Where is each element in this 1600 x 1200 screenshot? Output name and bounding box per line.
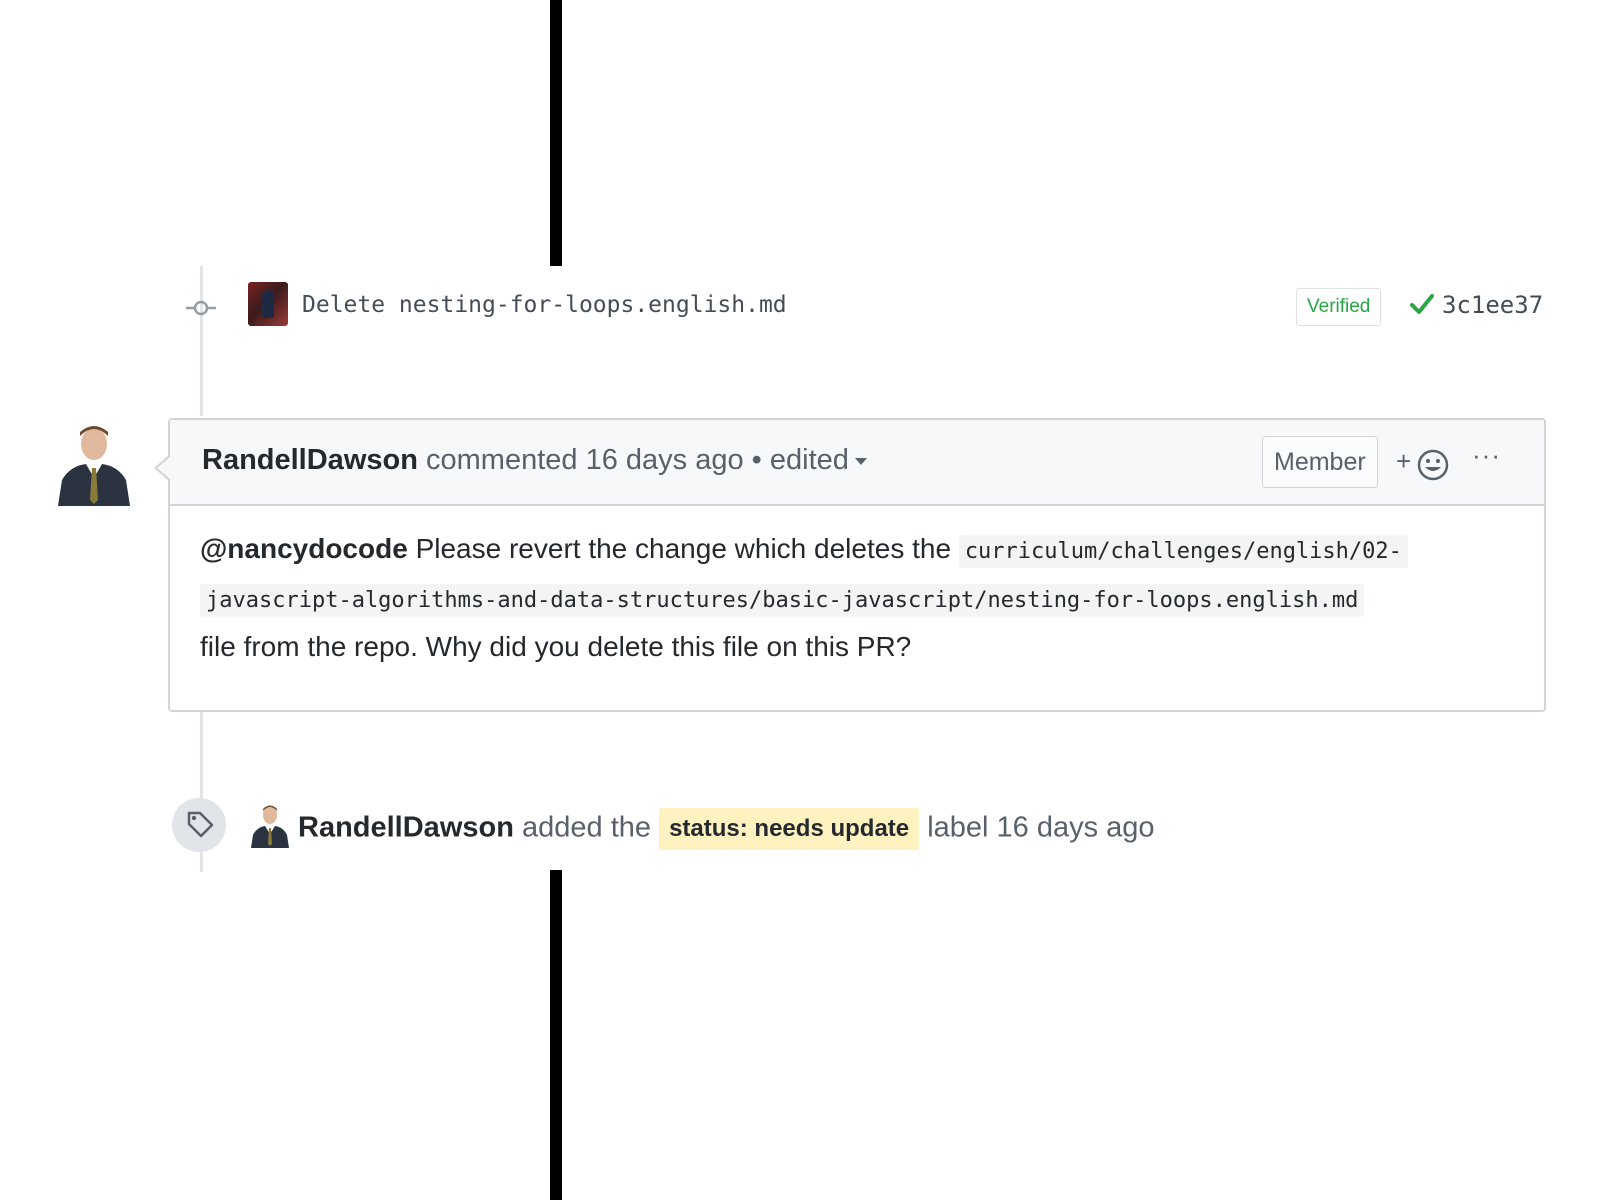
avatar[interactable] (250, 802, 290, 848)
smiley-icon (1417, 449, 1449, 481)
comment-header: RandellDawson commented 16 days ago • ed… (170, 420, 1544, 506)
edited-label: edited (769, 444, 849, 476)
code-path-line1: curriculum/challenges/english/02- (958, 535, 1408, 568)
reaction-plus: + (1396, 446, 1412, 476)
status-label-badge[interactable]: status: needs update (659, 808, 920, 850)
comment-action: commented (426, 444, 578, 476)
commit-row: Delete nesting-for-loops.english.md Veri… (180, 280, 1543, 336)
comment-author-link[interactable]: RandellDawson (202, 444, 418, 476)
page: Delete nesting-for-loops.english.md Veri… (0, 0, 1600, 1200)
edited-dropdown[interactable]: edited (770, 444, 867, 476)
body-text: Please revert the change which deletes t… (415, 533, 952, 564)
label-event-text: RandellDawson added the status: needs up… (298, 808, 1155, 850)
comment-timestamp[interactable]: 16 days ago (586, 444, 744, 476)
comment-box: RandellDawson commented 16 days ago • ed… (154, 418, 1546, 712)
event-suffix: label 16 days ago (927, 811, 1155, 844)
mention-link[interactable]: @nancydocode (200, 533, 408, 564)
commit-message-link[interactable]: Delete nesting-for-loops.english.md (302, 292, 787, 318)
avatar[interactable] (56, 418, 132, 506)
event-author-link[interactable]: RandellDawson (298, 812, 514, 844)
add-reaction-button[interactable]: + (1396, 446, 1458, 482)
commit-sha-link[interactable]: 3c1ee37 (1442, 291, 1543, 319)
verified-badge[interactable]: Verified (1296, 288, 1382, 326)
comment-body: @nancydocode Please revert the change wh… (200, 526, 1520, 670)
comment-header-text: RandellDawson commented 16 days ago • ed… (202, 444, 867, 477)
commit-author-avatar[interactable] (248, 282, 288, 326)
separator-dot: • (751, 444, 762, 476)
black-bar-top (550, 0, 562, 266)
member-badge: Member (1262, 436, 1378, 488)
check-icon[interactable] (1408, 290, 1436, 318)
code-path-line2: javascript-algorithms-and-data-structure… (200, 584, 1365, 617)
label-event: RandellDawson added the status: needs up… (170, 796, 1270, 856)
git-commit-icon (186, 298, 216, 318)
chevron-down-icon (854, 457, 867, 465)
black-bar-bottom (550, 870, 562, 1200)
tag-icon (172, 798, 226, 852)
more-options-button[interactable]: ··· (1472, 440, 1501, 471)
body-text: file from the repo. Why did you delete t… (200, 631, 912, 662)
event-action: added the (522, 811, 652, 844)
